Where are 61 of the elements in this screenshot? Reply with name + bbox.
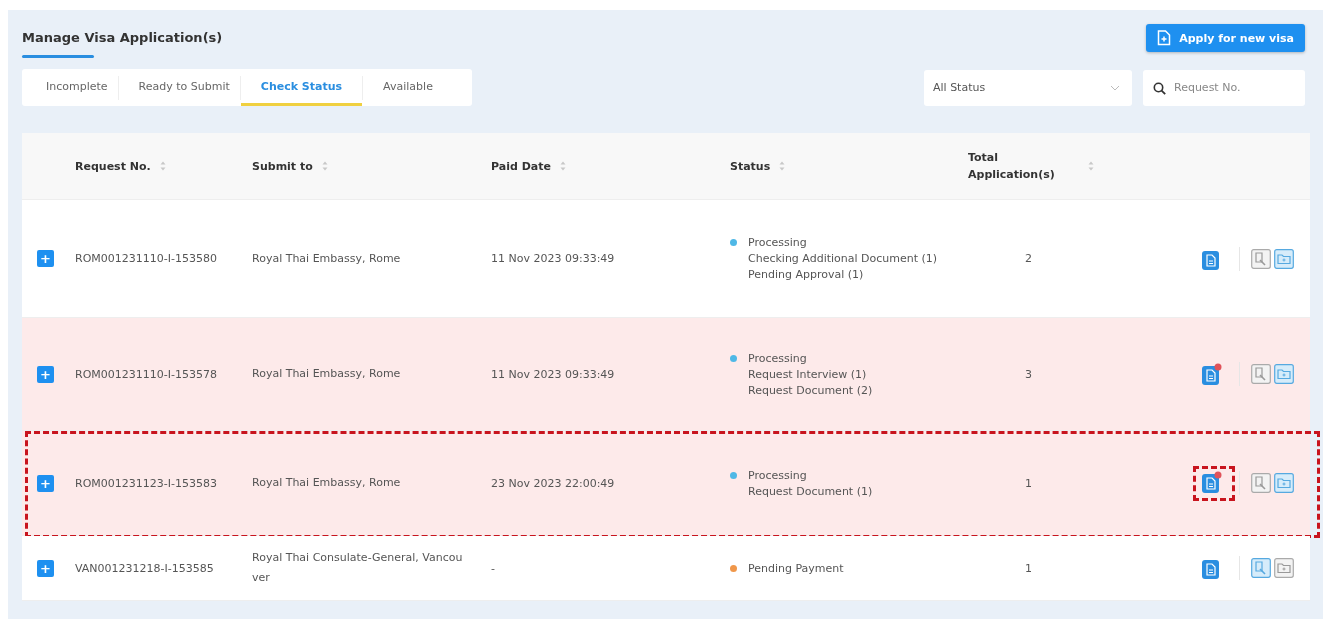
table-cell: ROM001231110-I-153578 — [75, 367, 217, 381]
apply-button[interactable]: Apply for new visa — [1146, 24, 1305, 52]
tab[interactable]: Available — [363, 69, 443, 106]
status-label: Processing — [748, 236, 807, 249]
page-title: Manage Visa Application(s) — [22, 30, 223, 45]
document-icon[interactable] — [1202, 557, 1222, 579]
status-label: Pending Payment — [748, 561, 844, 575]
column-header: Total Application(s) — [968, 150, 1056, 183]
table-cell: Royal Thai Embassy, Rome — [252, 476, 401, 489]
sort-icon[interactable] — [779, 161, 786, 171]
table-cell: 2 — [1025, 252, 1032, 265]
status-detail: Request Document (2) — [747, 383, 874, 397]
sort-icon[interactable] — [559, 161, 566, 171]
search-field[interactable]: Request No. — [1143, 69, 1305, 106]
sort-icon[interactable] — [321, 161, 328, 171]
status-dropdown[interactable]: All Status — [924, 69, 1132, 106]
tab[interactable]: Incomplete — [26, 69, 118, 106]
column-header: Paid Date — [491, 159, 551, 173]
expand-button[interactable]: + — [37, 559, 54, 577]
table-cell: VAN001231218-I-153585 — [75, 561, 214, 575]
table-cell: 23 Nov 2023 22:00:49 — [491, 476, 615, 490]
table-cell: ROM001231123-I-153583 — [75, 476, 217, 490]
status-label: Processing — [748, 351, 807, 365]
table-cell: - — [491, 561, 495, 575]
document-search-icon[interactable] — [1251, 248, 1271, 269]
column-header: Submit to — [252, 159, 313, 173]
table-cell: 1 — [1025, 561, 1032, 575]
expand-button[interactable]: + — [37, 250, 54, 267]
tab[interactable]: Ready to Submit — [118, 69, 240, 106]
table-cell: 1 — [1025, 476, 1032, 490]
document-search-icon[interactable] — [1251, 364, 1271, 384]
status-detail: Request Document (1) — [747, 484, 874, 498]
document-icon[interactable] — [1202, 363, 1222, 385]
sort-icon[interactable] — [159, 161, 166, 171]
table-cell: 11 Nov 2023 09:33:49 — [491, 252, 615, 265]
folder-icon[interactable] — [1274, 364, 1294, 384]
document-icon[interactable] — [1202, 470, 1222, 493]
expand-button[interactable]: + — [37, 474, 54, 492]
folder-icon[interactable] — [1274, 558, 1294, 578]
tab[interactable]: Check Status — [240, 69, 363, 106]
table-cell: Royal Thai Embassy, Rome — [252, 251, 401, 265]
status-detail: Pending Approval (1) — [747, 268, 865, 281]
folder-icon[interactable] — [1274, 248, 1294, 269]
folder-icon[interactable] — [1274, 473, 1294, 493]
table-cell: Royal Thai Consulate-General, Vancouver — [252, 551, 463, 584]
status-label: Processing — [748, 468, 807, 482]
table-cell: ROM001231110-I-153580 — [75, 252, 217, 265]
expand-button[interactable]: + — [37, 365, 54, 383]
table-cell: Royal Thai Embassy, Rome — [252, 367, 401, 380]
search-icon — [1153, 81, 1166, 95]
sort-icon[interactable] — [1088, 161, 1094, 171]
table-cell: 11 Nov 2023 09:33:49 — [491, 367, 615, 381]
chevron-down-icon — [1110, 84, 1120, 91]
status-detail: Request Interview (1) — [747, 367, 868, 381]
document-search-icon[interactable] — [1251, 558, 1271, 578]
file-plus-icon — [1157, 30, 1172, 46]
document-search-icon[interactable] — [1251, 473, 1271, 493]
table-cell: 3 — [1025, 367, 1032, 381]
column-header: Status — [730, 159, 771, 173]
column-header: Request No. — [75, 159, 151, 173]
status-detail: Checking Additional Document (1) — [747, 252, 939, 265]
